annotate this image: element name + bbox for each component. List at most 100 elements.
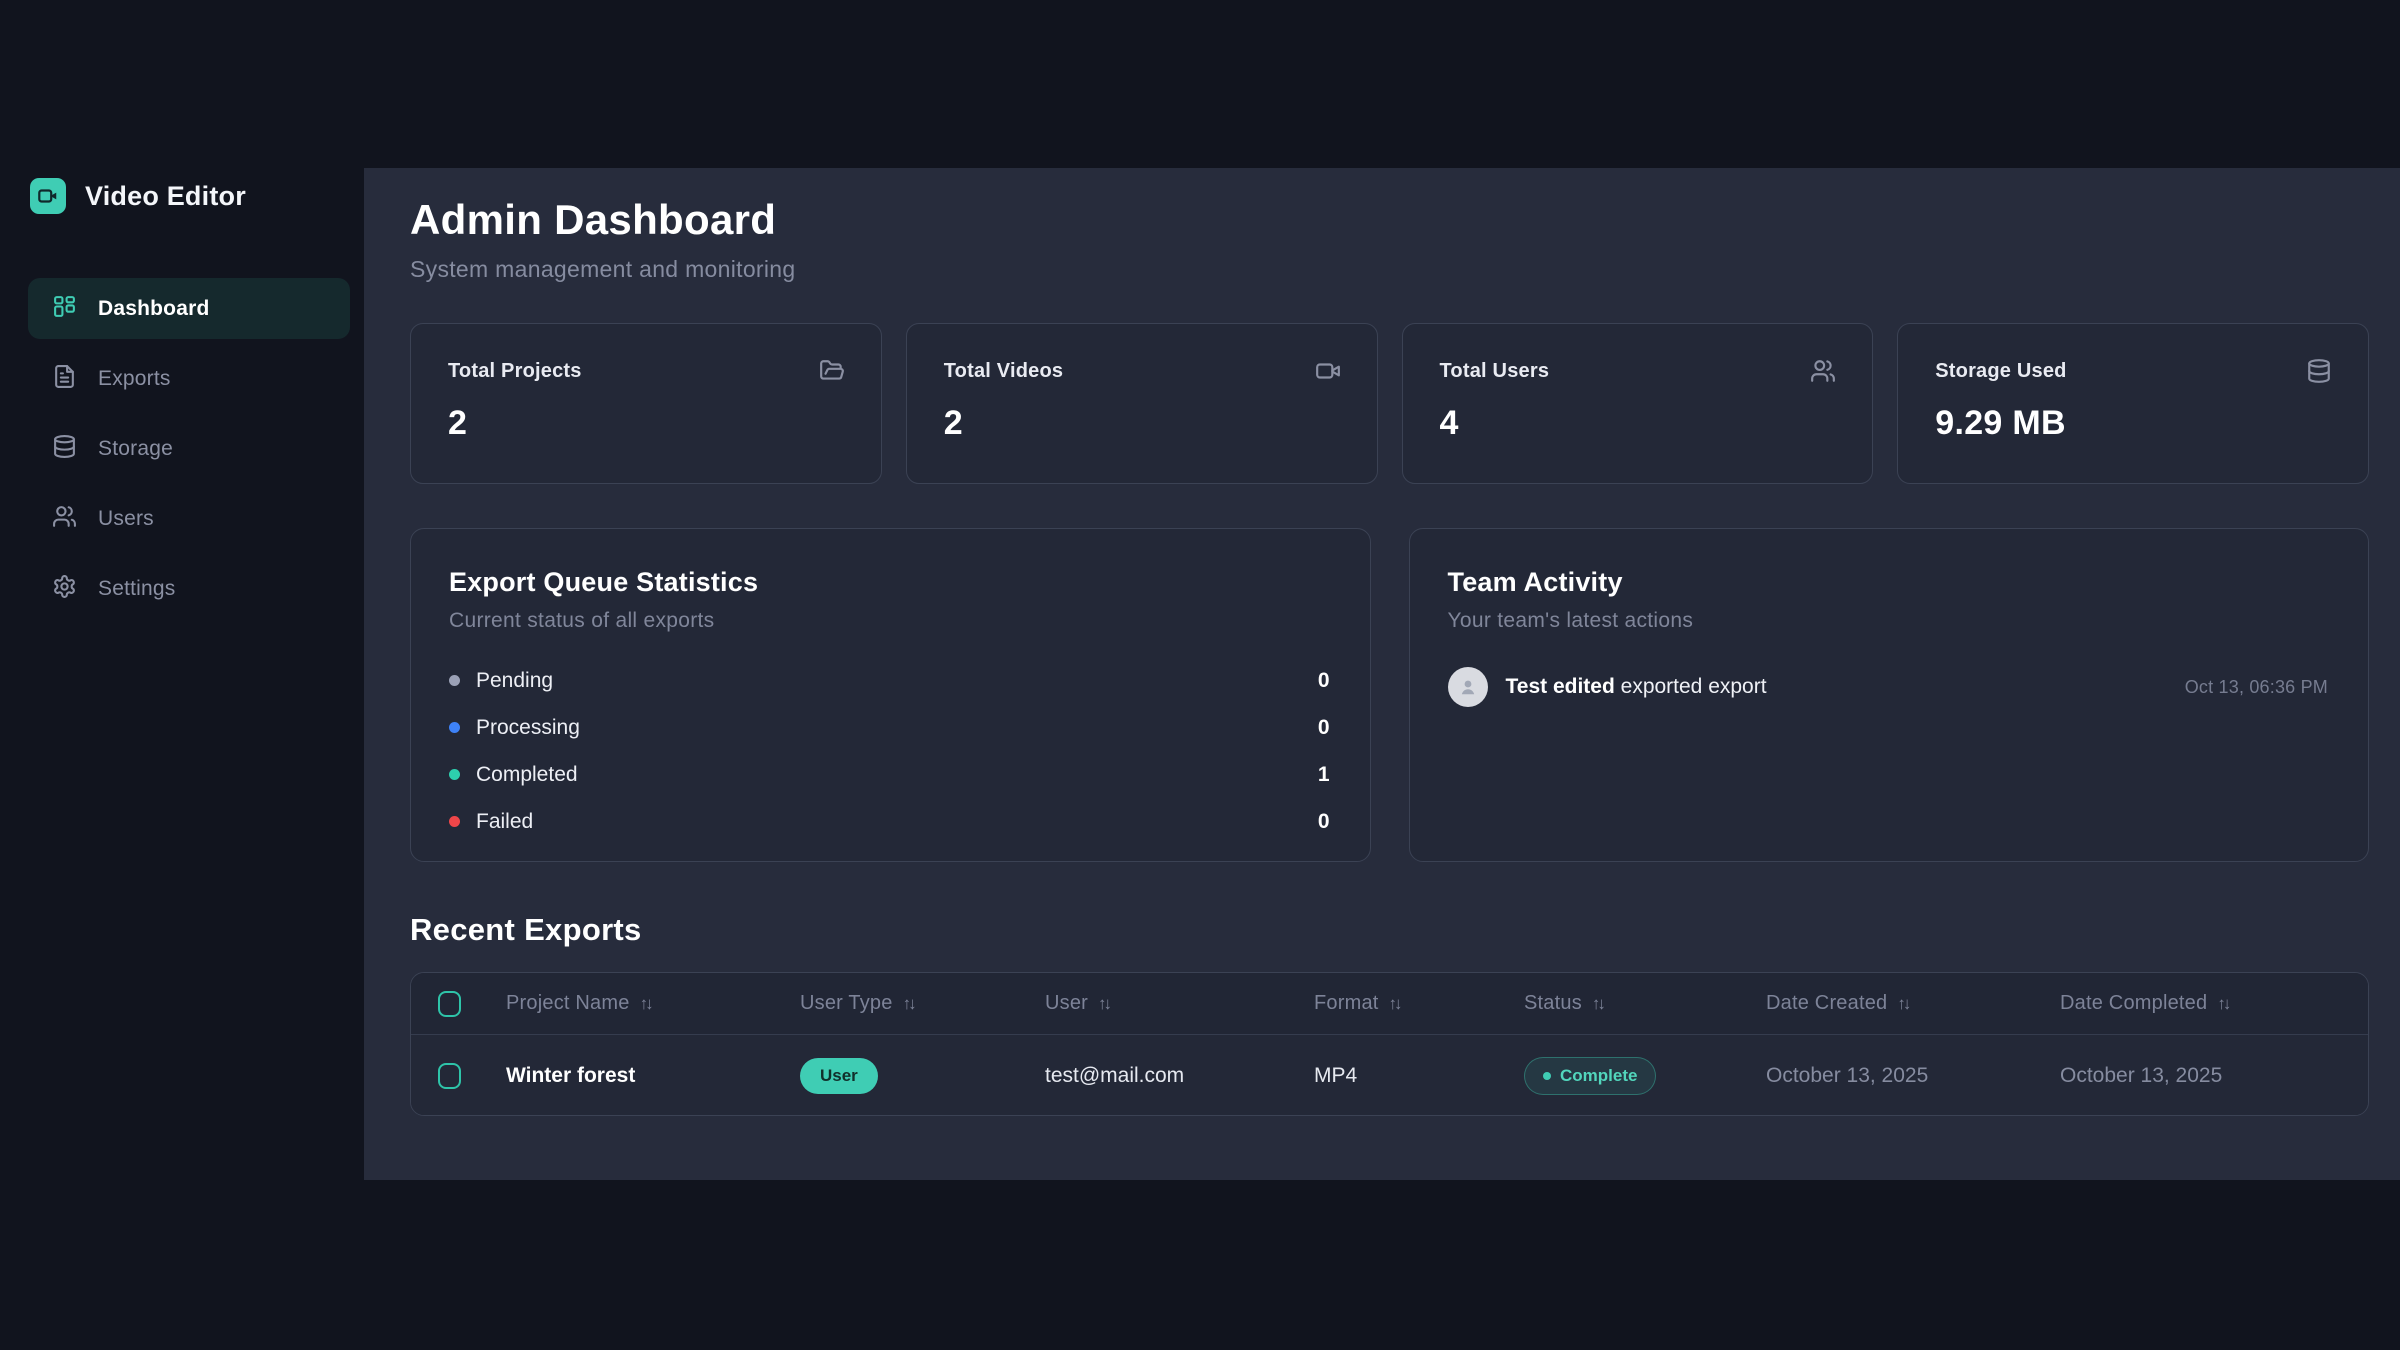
recent-exports-table: Project Name ↑↓ User Type ↑↓ User ↑↓ For… (410, 972, 2369, 1116)
processing-status-dot (449, 722, 460, 733)
stat-value: 4 (1440, 404, 1837, 443)
queue-list: Pending 0 Processing 0 Completed 1 (449, 657, 1330, 845)
queue-label: Failed (476, 810, 533, 834)
activity-timestamp: Oct 13, 06:36 PM (2185, 677, 2328, 698)
queue-value: 1 (1318, 763, 1330, 787)
activity-item: Test edited exported export Oct 13, 06:3… (1448, 667, 2329, 707)
queue-row-processing: Processing 0 (449, 704, 1330, 751)
cell-project-name: Winter forest (506, 1064, 800, 1088)
stat-value: 9.29 MB (1935, 404, 2332, 443)
database-icon (52, 434, 77, 464)
panel-title: Team Activity (1448, 567, 2329, 598)
queue-label: Pending (476, 669, 553, 693)
header-checkbox-cell (411, 991, 506, 1017)
activity-text: Test edited exported export (1506, 675, 1767, 699)
sort-icon: ↑↓ (640, 994, 654, 1014)
cell-format: MP4 (1314, 1064, 1524, 1088)
sort-icon: ↑↓ (1897, 994, 1911, 1014)
table-header-row: Project Name ↑↓ User Type ↑↓ User ↑↓ For… (411, 973, 2368, 1035)
activity-detail: exported export (1621, 675, 1767, 698)
sidebar: Video Editor Dashboard (0, 0, 364, 1350)
queue-value: 0 (1318, 716, 1330, 740)
panel-subtitle: Current status of all exports (449, 609, 1330, 633)
app-root: Video Editor Dashboard (0, 0, 2400, 1350)
sidebar-item-users[interactable]: Users (28, 488, 350, 549)
activity-action: Test edited (1506, 675, 1615, 698)
sidebar-item-label: Users (98, 507, 154, 531)
main-content: Admin Dashboard System management and mo… (364, 168, 2400, 1180)
failed-status-dot (449, 816, 460, 827)
sidebar-item-settings[interactable]: Settings (28, 558, 350, 619)
stat-label: Total Users (1440, 360, 1550, 383)
sidebar-item-label: Settings (98, 577, 175, 601)
queue-row-failed: Failed 0 (449, 798, 1330, 845)
users-icon (1810, 358, 1836, 384)
column-header-status[interactable]: Status ↑↓ (1524, 992, 1766, 1015)
pending-status-dot (449, 675, 460, 686)
brand: Video Editor (28, 178, 350, 214)
user-type-badge: User (800, 1058, 878, 1094)
column-header-format[interactable]: Format ↑↓ (1314, 992, 1524, 1015)
page-subtitle: System management and monitoring (410, 256, 2369, 283)
table-row[interactable]: Winter forest User test@mail.com MP4 Com… (411, 1035, 2368, 1116)
column-header-user-type[interactable]: User Type ↑↓ (800, 992, 1045, 1015)
sort-icon: ↑↓ (903, 994, 917, 1014)
gear-icon (52, 574, 77, 604)
sidebar-item-storage[interactable]: Storage (28, 418, 350, 479)
app-title: Video Editor (85, 181, 246, 212)
stat-card-total-projects: Total Projects 2 (410, 323, 882, 484)
page-title: Admin Dashboard (410, 196, 2369, 244)
cell-date-created: October 13, 2025 (1766, 1064, 2060, 1088)
column-header-project-name[interactable]: Project Name ↑↓ (506, 992, 800, 1015)
sort-icon: ↑↓ (2217, 994, 2231, 1014)
sidebar-item-label: Exports (98, 367, 171, 391)
queue-label: Completed (476, 763, 578, 787)
column-header-date-created[interactable]: Date Created ↑↓ (1766, 992, 2060, 1015)
cell-date-completed: October 13, 2025 (2060, 1064, 2368, 1088)
queue-label: Processing (476, 716, 580, 740)
export-queue-panel: Export Queue Statistics Current status o… (410, 528, 1371, 862)
sort-icon: ↑↓ (1592, 994, 1606, 1014)
stat-card-total-users: Total Users 4 (1402, 323, 1874, 484)
queue-value: 0 (1318, 810, 1330, 834)
panel-subtitle: Your team's latest actions (1448, 609, 2329, 633)
cell-status: Complete (1524, 1057, 1766, 1095)
column-header-date-completed[interactable]: Date Completed ↑↓ (2060, 992, 2368, 1015)
stats-row: Total Projects 2 Total Videos (410, 323, 2369, 484)
recent-exports-title: Recent Exports (410, 912, 2369, 948)
column-header-user[interactable]: User ↑↓ (1045, 992, 1314, 1015)
stat-card-total-videos: Total Videos 2 (906, 323, 1378, 484)
completed-status-dot (449, 769, 460, 780)
file-text-icon (52, 364, 77, 394)
sort-icon: ↑↓ (1389, 994, 1403, 1014)
stat-label: Total Videos (944, 360, 1063, 383)
row-checkbox[interactable] (438, 1063, 461, 1089)
stat-label: Total Projects (448, 360, 582, 383)
sidebar-nav: Dashboard Exports (28, 278, 350, 619)
queue-value: 0 (1318, 669, 1330, 693)
status-dot (1543, 1072, 1551, 1080)
video-camera-logo-icon (30, 178, 66, 214)
stat-value: 2 (448, 404, 845, 443)
database-icon (2306, 358, 2332, 384)
avatar (1448, 667, 1488, 707)
stat-card-storage-used: Storage Used 9.29 MB (1897, 323, 2369, 484)
select-all-checkbox[interactable] (438, 991, 461, 1017)
stat-value: 2 (944, 404, 1341, 443)
sidebar-item-label: Dashboard (98, 297, 210, 321)
queue-row-pending: Pending 0 (449, 657, 1330, 704)
folder-open-icon (819, 358, 845, 384)
sidebar-item-dashboard[interactable]: Dashboard (28, 278, 350, 339)
users-icon (52, 504, 77, 534)
sidebar-item-exports[interactable]: Exports (28, 348, 350, 409)
team-activity-panel: Team Activity Your team's latest actions… (1409, 528, 2370, 862)
sidebar-item-label: Storage (98, 437, 173, 461)
sort-icon: ↑↓ (1098, 994, 1112, 1014)
layout-dashboard-icon (52, 294, 77, 324)
status-badge: Complete (1524, 1057, 1656, 1095)
stat-label: Storage Used (1935, 360, 2066, 383)
row-checkbox-cell (411, 1063, 506, 1089)
cell-user-email: test@mail.com (1045, 1064, 1314, 1088)
video-camera-icon (1315, 358, 1341, 384)
panels-row: Export Queue Statistics Current status o… (410, 528, 2369, 862)
